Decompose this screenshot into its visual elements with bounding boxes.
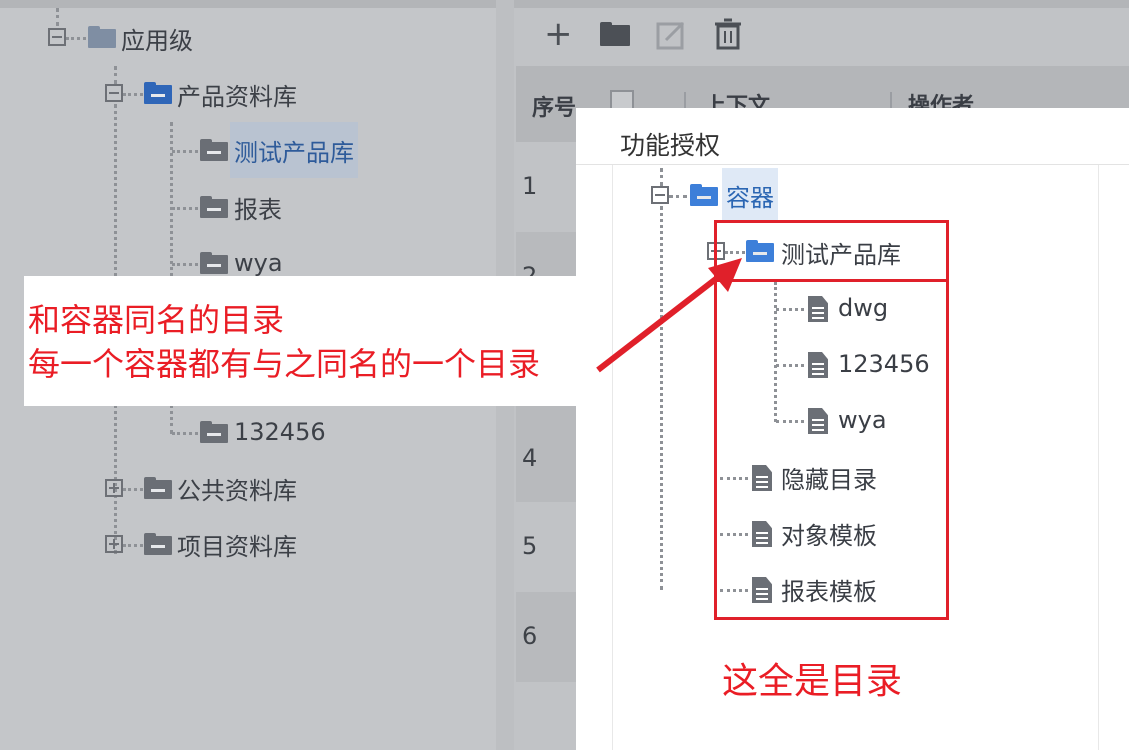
trash-icon[interactable] <box>714 18 742 50</box>
table-row[interactable]: 6 <box>516 592 576 682</box>
dialog-title-separator <box>576 164 1129 165</box>
row-index: 1 <box>522 172 538 200</box>
folder-icon <box>200 139 228 161</box>
folder-open-icon <box>144 82 172 104</box>
tree-line <box>172 432 198 435</box>
row-index: 5 <box>522 532 538 560</box>
folder-icon <box>144 477 172 499</box>
tree-line <box>669 195 687 198</box>
tree-line <box>56 8 59 26</box>
folder-open-icon <box>690 184 718 206</box>
tree-node-public-library[interactable]: 公共资料库 <box>177 470 297 506</box>
folder-icon[interactable] <box>600 22 630 46</box>
column-header-index[interactable]: 序号 <box>532 90 576 122</box>
tree-node-container[interactable]: 容器 <box>722 168 778 222</box>
folder-icon <box>88 26 116 48</box>
tree-line <box>172 263 198 266</box>
tree-node-product-library[interactable]: 产品资料库 <box>177 76 297 112</box>
folder-icon <box>200 421 228 443</box>
row-index: 6 <box>522 622 538 650</box>
tree-line <box>172 150 198 153</box>
edit-icon[interactable] <box>656 20 686 50</box>
tree-line <box>172 207 198 210</box>
dialog-title: 功能授权 <box>620 131 721 160</box>
table-row[interactable]: 2 <box>516 232 576 290</box>
folder-icon <box>200 196 228 218</box>
row-index: 4 <box>522 444 538 472</box>
collapse-toggle-icon[interactable] <box>105 84 123 102</box>
tree-line <box>660 168 663 186</box>
add-icon[interactable]: + <box>544 14 573 54</box>
collapse-toggle-icon[interactable] <box>48 28 66 46</box>
expand-toggle-icon[interactable] <box>105 535 123 553</box>
annotation-arrow <box>596 258 742 373</box>
annotation-note: 这全是目录 <box>722 661 903 702</box>
annotation-line-1: 和容器同名的目录 <box>28 301 285 339</box>
folder-icon <box>144 533 172 555</box>
tree-line <box>123 488 143 491</box>
top-border <box>0 0 1129 8</box>
table-row <box>516 682 576 750</box>
tree-node-132456[interactable]: 132456 <box>234 414 326 450</box>
tree-line <box>123 93 143 96</box>
expand-toggle-icon[interactable] <box>105 479 123 497</box>
tree-node-project-library[interactable]: 项目资料库 <box>177 526 297 562</box>
tree-node-test-product-library[interactable]: 测试产品库 <box>230 122 358 178</box>
tree-node-report[interactable]: 报表 <box>234 189 282 225</box>
annotation-callout: 和容器同名的目录 每一个容器都有与之同名的一个目录 <box>24 276 576 406</box>
tree-line <box>123 544 143 547</box>
tree-line <box>114 66 117 84</box>
collapse-toggle-icon[interactable] <box>651 186 669 204</box>
table-row[interactable]: 1 <box>516 142 576 232</box>
table-row[interactable]: 5 <box>516 502 576 592</box>
function-authorization-dialog: 功能授权 容器 测试产品库 dwg 123456 wya 隐藏目录 对象模板 报… <box>576 108 1129 750</box>
table-row[interactable]: 4 <box>516 406 576 502</box>
tree-node-application-level[interactable]: 应用级 <box>121 20 193 56</box>
folder-icon <box>200 252 228 274</box>
annotation-line-2: 每一个容器都有与之同名的一个目录 <box>28 345 541 383</box>
tree-line <box>66 37 86 40</box>
dialog-inner-border <box>1098 165 1099 750</box>
